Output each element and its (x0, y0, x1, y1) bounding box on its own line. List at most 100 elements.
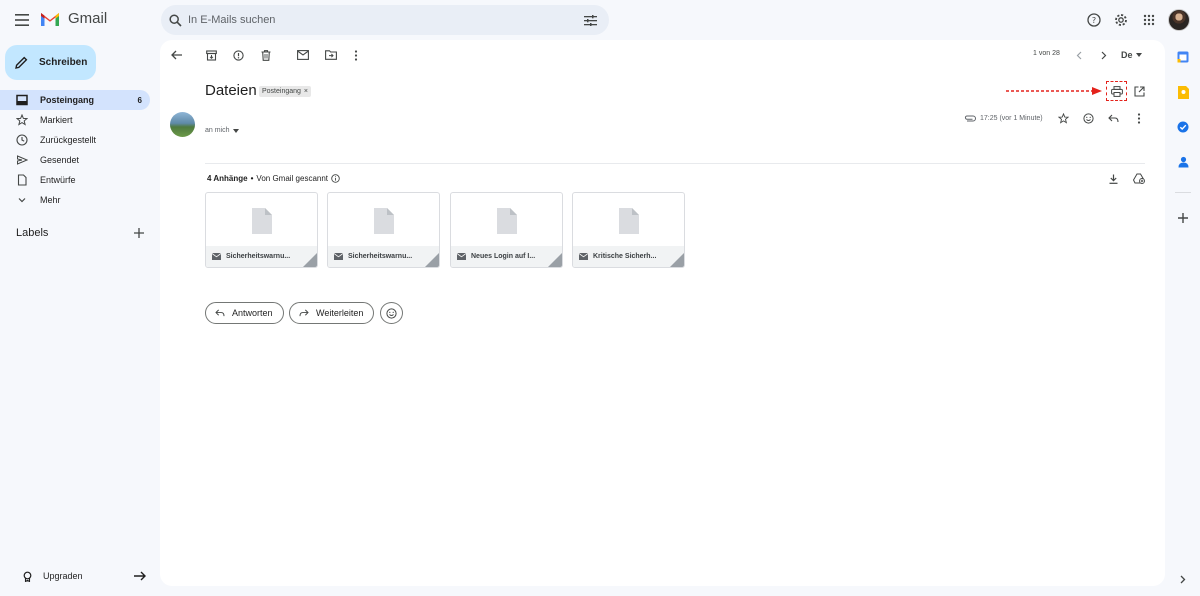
labels-heading: Labels (16, 227, 49, 239)
compose-label: Schreiben (39, 57, 88, 68)
reply-pill-button[interactable]: Antworten (205, 302, 284, 324)
caret-down-icon (1135, 53, 1142, 57)
message-time: 17:25 (vor 1 Minute) (980, 115, 1043, 122)
delete-button[interactable] (258, 47, 274, 63)
sidebar-item-more[interactable]: Mehr (0, 190, 150, 210)
attachment-footer: Sicherheitswarnu... (206, 246, 317, 267)
contacts-app-button[interactable] (1175, 154, 1191, 170)
upgrade-button[interactable]: Upgraden (14, 566, 146, 586)
star-icon (1058, 113, 1069, 124)
get-addons-button[interactable] (1175, 210, 1191, 226)
inbox-label-chip[interactable]: Posteingang × (259, 86, 312, 97)
mail-unread-icon (297, 50, 309, 60)
open-new-window-button[interactable] (1131, 83, 1147, 99)
red-dashed-arrow (1006, 87, 1102, 95)
sidebar-item-sent[interactable]: Gesendet (0, 150, 150, 170)
sidebar-item-starred[interactable]: Markiert (0, 110, 150, 130)
calendar-app-button[interactable] (1175, 49, 1191, 65)
attachments-header: 4 Anhänge • Von Gmail gescannt (207, 174, 340, 183)
upgrade-label: Upgraden (43, 571, 83, 581)
sidebar-item-drafts[interactable]: Entwürfe (0, 170, 150, 190)
attachment-footer: Kritische Sicherh... (573, 246, 684, 267)
save-to-drive-button[interactable] (1131, 171, 1146, 186)
rail-divider (1175, 192, 1191, 193)
sidebar-item-label: Gesendet (40, 155, 80, 165)
mail-icon (212, 253, 221, 260)
inbox-icon (16, 94, 28, 106)
reply-icon (1108, 114, 1119, 123)
page-curl (548, 253, 562, 267)
mark-unread-button[interactable] (295, 47, 311, 63)
archive-button[interactable] (203, 47, 219, 63)
email-subject: Dateien (205, 82, 257, 99)
emoji-icon (1083, 113, 1094, 124)
sidebar-item-label: Zurückgestellt (40, 135, 97, 145)
recipient-toggle[interactable]: an mich (205, 127, 239, 134)
attachment-card[interactable]: Sicherheitswarnu... (205, 192, 318, 268)
search-options-icon[interactable] (584, 14, 597, 26)
tasks-app-button[interactable] (1175, 119, 1191, 135)
apps-button[interactable] (1141, 8, 1157, 32)
star-icon (16, 114, 28, 126)
show-side-panel-button[interactable] (1175, 571, 1191, 587)
mail-icon (457, 253, 466, 260)
keep-app-button[interactable] (1175, 84, 1191, 100)
remove-label-icon[interactable]: × (304, 88, 308, 95)
archive-icon (205, 49, 217, 61)
compose-button[interactable]: Schreiben (5, 45, 96, 80)
trash-icon (261, 49, 271, 61)
back-button[interactable] (168, 47, 184, 63)
sidebar-item-inbox[interactable]: Posteingang 6 (0, 90, 150, 110)
older-button[interactable] (1096, 47, 1112, 63)
gmail-m-icon (41, 13, 59, 26)
message-more-button[interactable] (1131, 111, 1146, 126)
account-avatar[interactable] (1168, 9, 1190, 31)
gear-icon (1115, 14, 1127, 26)
download-all-button[interactable] (1106, 171, 1121, 186)
main-menu-button[interactable] (10, 8, 34, 32)
keep-icon (1177, 85, 1189, 99)
newer-button[interactable] (1071, 47, 1087, 63)
caret-down-icon (232, 128, 239, 133)
settings-button[interactable] (1113, 8, 1129, 32)
search-input[interactable] (188, 14, 584, 26)
arrow-left-icon (170, 50, 182, 60)
emoji-reaction-button[interactable] (380, 302, 403, 324)
report-spam-button[interactable] (230, 47, 246, 63)
attachment-card[interactable]: Sicherheitswarnu... (327, 192, 440, 268)
attachments-divider (205, 163, 1145, 164)
folder-move-icon (325, 50, 337, 60)
add-reaction-button[interactable] (1081, 111, 1096, 126)
search-bar[interactable] (161, 5, 609, 35)
move-to-button[interactable] (323, 47, 339, 63)
add-label-button[interactable] (133, 227, 145, 239)
plus-icon (134, 228, 144, 238)
label-chip-text: Posteingang (262, 88, 301, 95)
search-icon[interactable] (169, 13, 182, 27)
reply-button[interactable] (1106, 111, 1121, 126)
mail-icon (334, 253, 343, 260)
star-button[interactable] (1056, 111, 1071, 126)
chevron-right-icon (1180, 575, 1186, 583)
add-to-drive-icon (1132, 173, 1145, 184)
input-tools-button[interactable]: De (1121, 50, 1142, 60)
calendar-icon (1177, 51, 1189, 63)
attachment-name: Kritische Sicherh... (593, 253, 657, 260)
hamburger-icon (15, 14, 29, 26)
attachment-card[interactable]: Neues Login auf I... (450, 192, 563, 268)
sender-avatar[interactable] (170, 112, 195, 137)
chevron-left-icon (1076, 51, 1082, 59)
scan-status: Von Gmail gescannt (256, 174, 329, 183)
apps-grid-icon (1143, 14, 1155, 26)
more-vert-icon (1137, 113, 1140, 124)
app-name: Gmail (68, 10, 108, 27)
forward-pill-button[interactable]: Weiterleiten (289, 302, 375, 324)
gmail-logo[interactable]: Gmail (40, 10, 107, 27)
emoji-icon (386, 307, 397, 319)
attachment-card[interactable]: Kritische Sicherh... (572, 192, 685, 268)
more-options-button[interactable] (348, 47, 364, 63)
chevron-down-icon (18, 198, 26, 203)
help-button[interactable]: ? (1086, 8, 1102, 32)
recipient-text: an mich (205, 127, 230, 134)
sidebar-item-snoozed[interactable]: Zurückgestellt (0, 130, 150, 150)
